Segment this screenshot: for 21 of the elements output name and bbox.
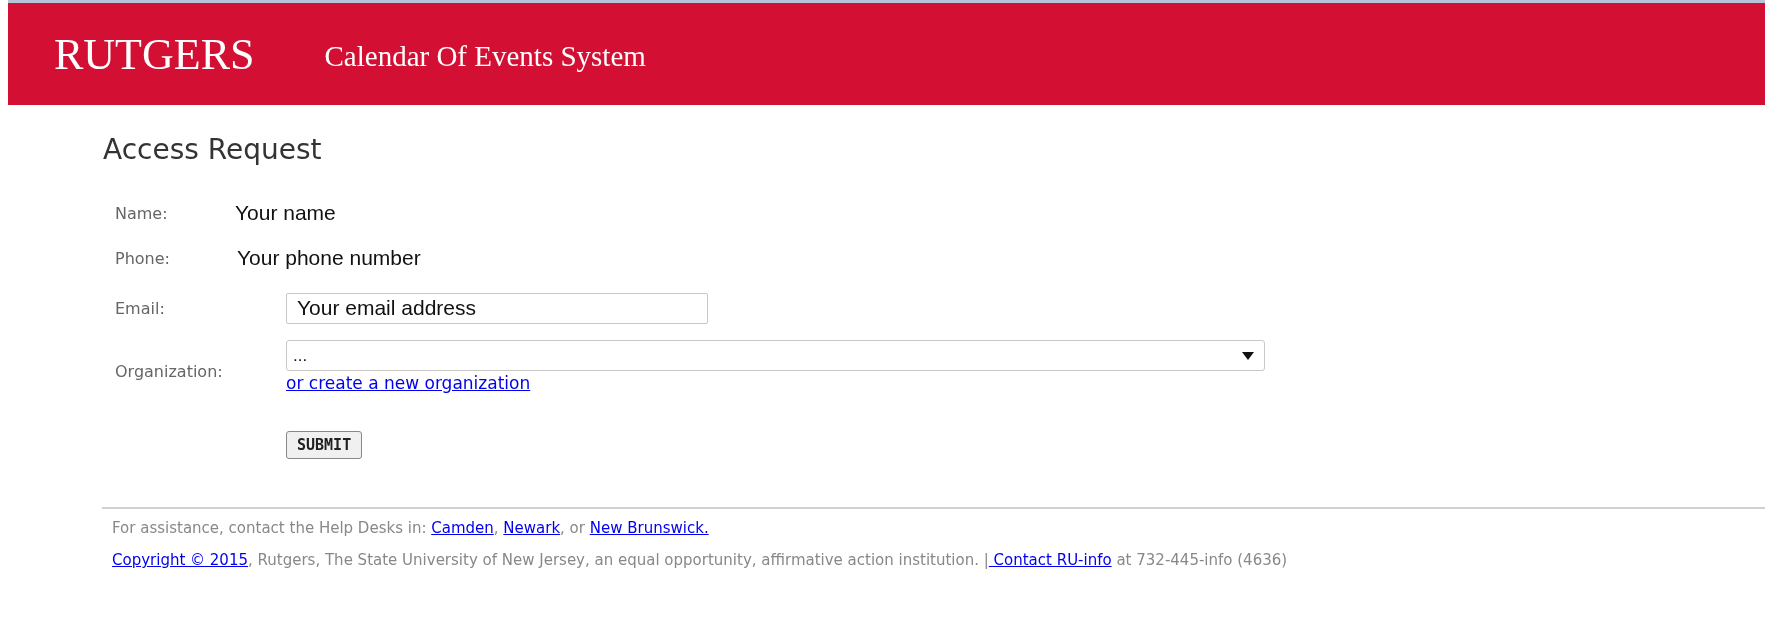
organization-dropdown[interactable]: ... (286, 340, 1265, 371)
footer-link[interactable]: Copyright © 2015 (112, 551, 248, 569)
field-value: Your phone number (237, 246, 421, 270)
dropdown-arrow-icon (1242, 351, 1254, 360)
footer-link[interactable]: Contact RU-info (988, 551, 1112, 569)
footer-link[interactable]: Camden (431, 519, 494, 537)
email-field[interactable]: Your email address (286, 292, 708, 324)
footer-link[interactable]: Newark (503, 519, 561, 537)
footer-text: For assistance, contact the Help Desks in: Camden, Newark, or New Brunswick. (111, 519, 710, 537)
field-label: Name: (114, 203, 169, 223)
submit-button[interactable]: SUBMIT (286, 431, 363, 459)
field-value: Your name (235, 201, 336, 225)
field-label: Phone: (114, 248, 171, 268)
site-title: Calendar Of Events System (324, 39, 646, 73)
page-title: Access Request (103, 133, 323, 166)
field-label: Organization: (114, 362, 224, 381)
field-label: Email: (114, 298, 166, 318)
footer-link[interactable]: New Brunswick. (589, 519, 709, 537)
footer-text: Copyright © 2015, Rutgers, The State University of New Jersey, an equal opportunity, affirmative action institution. | Contact RU-info at 732-445-info (4636) (111, 551, 1289, 569)
logo: RUTGERS (54, 28, 255, 80)
create-organization-link[interactable]: or create a new organization (286, 373, 531, 393)
